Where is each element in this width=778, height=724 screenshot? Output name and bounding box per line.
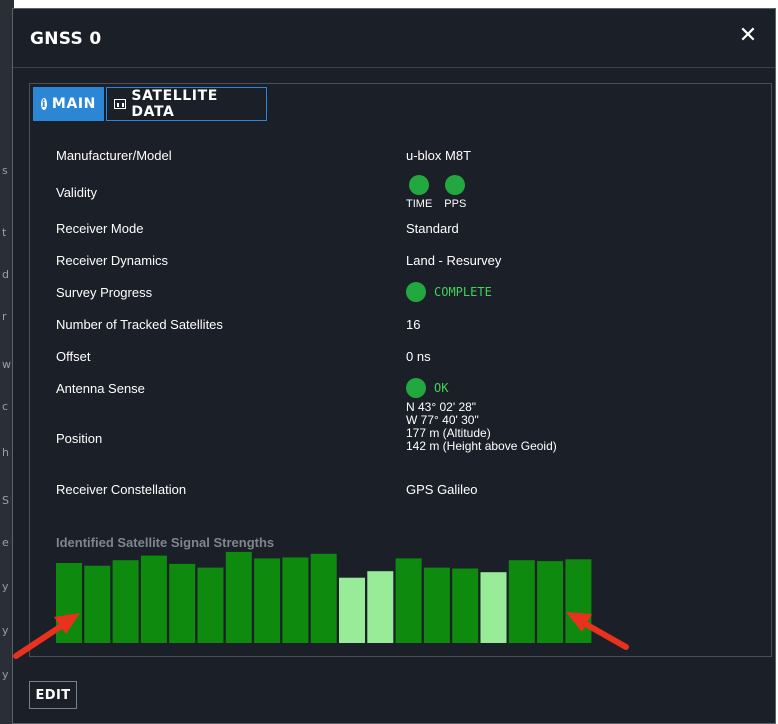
signal-bar: [565, 559, 592, 643]
signal-bar: [254, 558, 281, 643]
antenna-status-dot: [406, 378, 426, 398]
background-text-fragment: y: [2, 668, 9, 681]
content-panel: i MAIN SATELLITE DATA Manufacturer/Model…: [29, 83, 772, 657]
background-text-fragment: r: [2, 310, 7, 323]
tab-main-label: MAIN: [51, 96, 96, 112]
signal-bar: [310, 553, 337, 643]
survey-progress-label: Survey Progress: [56, 285, 153, 300]
signal-bar: [508, 560, 535, 643]
edit-button[interactable]: EDIT: [29, 681, 77, 709]
receiver-mode-value: Standard: [406, 221, 459, 236]
chart-icon: [114, 99, 127, 109]
chart-title: Identified Satellite Signal Strengths: [56, 535, 275, 550]
signal-bar: [395, 558, 422, 643]
background-text-fragment: y: [2, 580, 9, 593]
signal-bar: [169, 563, 196, 643]
antenna-sense-value: OK: [434, 381, 449, 395]
constellation-label: Receiver Constellation: [56, 482, 187, 497]
validity-pps: PPS: [444, 175, 466, 210]
signal-bar: [339, 577, 365, 643]
signal-bar: [140, 555, 167, 643]
manufacturer-label: Manufacturer/Model: [56, 148, 172, 163]
position-geoid-height: 142 m (Height above Geoid): [406, 439, 557, 453]
signal-bar: [367, 571, 394, 643]
position-value: N 43° 02' 28" W 77° 40' 30" 177 m (Altit…: [406, 401, 557, 453]
signal-strength-chart: [56, 551, 592, 643]
offset-value: 0 ns: [406, 349, 431, 364]
signal-bar: [423, 567, 450, 643]
tracked-satellites-value: 16: [406, 317, 421, 332]
time-status-label: TIME: [406, 198, 433, 210]
signal-bar: [225, 551, 252, 643]
time-status-dot: [409, 175, 430, 195]
validity-indicators: TIME PPS: [406, 175, 478, 210]
gnss-dialog: GNSS 0 ✕ i MAIN SATELLITE DATA Manufactu…: [12, 8, 776, 724]
signal-bar: [56, 563, 82, 643]
tab-bar: i MAIN SATELLITE DATA: [33, 87, 267, 121]
background-text-fragment: w: [2, 358, 11, 371]
background-text-fragment: h: [2, 446, 9, 459]
tab-satellite-data-label: SATELLITE DATA: [131, 88, 218, 120]
background-text-fragment: d: [2, 268, 9, 281]
constellation-value: GPS Galileo: [406, 482, 478, 497]
tab-main[interactable]: i MAIN: [33, 87, 104, 121]
manufacturer-value: u-blox M8T: [406, 148, 472, 163]
survey-progress-value: COMPLETE: [434, 285, 492, 299]
receiver-mode-label: Receiver Mode: [56, 221, 144, 236]
background-text-fragment: s: [2, 164, 8, 177]
receiver-dynamics-value: Land - Resurvey: [406, 253, 502, 268]
background-text-fragment: t: [2, 226, 7, 239]
offset-label: Offset: [56, 349, 91, 364]
dialog-title: GNSS 0: [30, 29, 102, 49]
antenna-sense-label: Antenna Sense: [56, 381, 145, 396]
background-text-fragment: e: [2, 536, 9, 549]
signal-bar: [537, 561, 564, 643]
pps-status-dot: [445, 175, 466, 195]
survey-progress-status: COMPLETE: [406, 282, 492, 302]
info-icon: i: [41, 98, 47, 110]
validity-time: TIME: [406, 175, 432, 210]
background-text-fragment: y: [2, 624, 9, 637]
validity-label: Validity: [56, 185, 97, 200]
signal-bar: [480, 572, 507, 643]
signal-bar: [282, 557, 309, 643]
pps-status-label: PPS: [444, 198, 467, 210]
background-text-fragment: c: [2, 400, 9, 413]
signal-bar: [197, 567, 224, 643]
receiver-dynamics-label: Receiver Dynamics: [56, 253, 168, 268]
tracked-satellites-label: Number of Tracked Satellites: [56, 317, 223, 332]
background-text-fragment: S: [2, 494, 9, 507]
close-icon[interactable]: ✕: [735, 23, 761, 49]
signal-bar: [84, 565, 111, 643]
dialog-header: GNSS 0 ✕: [13, 9, 775, 68]
signal-bar: [112, 560, 139, 643]
antenna-sense-status: OK: [406, 378, 448, 398]
survey-status-dot: [406, 282, 426, 302]
position-label: Position: [56, 431, 103, 446]
signal-bar: [452, 568, 479, 643]
tab-satellite-data[interactable]: SATELLITE DATA: [106, 87, 267, 121]
